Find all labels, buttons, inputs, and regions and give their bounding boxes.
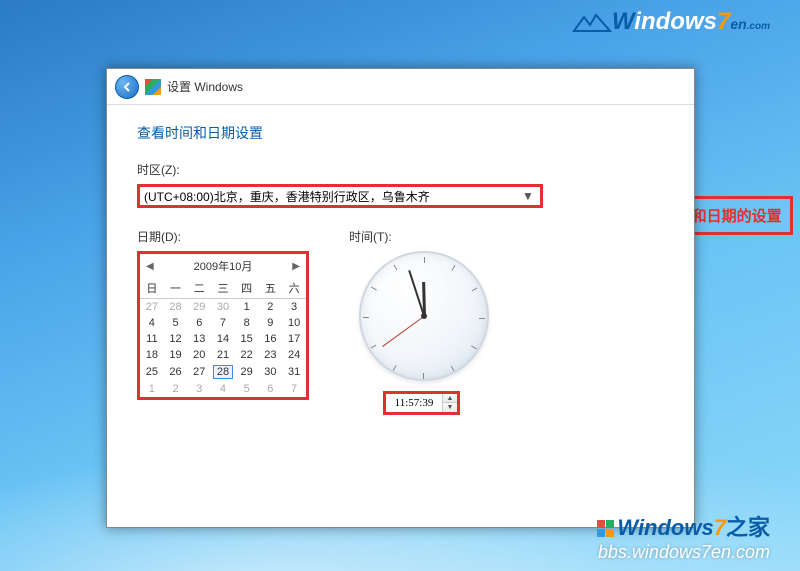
calendar-day[interactable]: 27 bbox=[187, 363, 211, 381]
calendar-next-button[interactable]: ▶ bbox=[292, 261, 300, 272]
watermark-top: Windows7en.com bbox=[572, 8, 770, 36]
calendar-day[interactable]: 14 bbox=[211, 331, 235, 347]
weekday-header: 一 bbox=[164, 278, 188, 299]
time-label: 时间(T): bbox=[349, 228, 489, 245]
windows-flag-icon bbox=[597, 520, 615, 538]
calendar-day[interactable]: 25 bbox=[140, 363, 164, 381]
calendar-day[interactable]: 1 bbox=[235, 299, 259, 316]
back-button[interactable] bbox=[115, 75, 139, 99]
calendar-grid: 日一二三四五六 27282930123456789101112131415161… bbox=[140, 278, 306, 397]
calendar-day[interactable]: 20 bbox=[187, 347, 211, 363]
time-input[interactable]: ▲ ▼ bbox=[383, 391, 460, 415]
calendar-day[interactable]: 2 bbox=[259, 299, 283, 316]
calendar-day[interactable]: 18 bbox=[140, 347, 164, 363]
calendar-day[interactable]: 10 bbox=[282, 315, 306, 331]
date-label: 日期(D): bbox=[137, 228, 309, 245]
calendar-day[interactable]: 17 bbox=[282, 331, 306, 347]
calendar-day[interactable]: 2 bbox=[164, 381, 188, 397]
calendar-day[interactable]: 16 bbox=[259, 331, 283, 347]
calendar-day[interactable]: 28 bbox=[164, 299, 188, 316]
calendar-day[interactable]: 19 bbox=[164, 347, 188, 363]
weekday-header: 六 bbox=[282, 278, 306, 299]
calendar-day[interactable]: 5 bbox=[235, 381, 259, 397]
timezone-label: 时区(Z): bbox=[137, 161, 664, 178]
calendar-day[interactable]: 7 bbox=[211, 315, 235, 331]
calendar-day[interactable]: 11 bbox=[140, 331, 164, 347]
calendar-day[interactable]: 7 bbox=[282, 381, 306, 397]
calendar-day[interactable]: 4 bbox=[211, 381, 235, 397]
calendar-day[interactable]: 27 bbox=[140, 299, 164, 316]
calendar-day[interactable]: 28 bbox=[211, 363, 235, 381]
calendar-day[interactable]: 23 bbox=[259, 347, 283, 363]
arrow-back-icon bbox=[121, 81, 133, 93]
calendar-day[interactable]: 3 bbox=[282, 299, 306, 316]
time-spin-down[interactable]: ▼ bbox=[443, 403, 457, 412]
calendar-day[interactable]: 31 bbox=[282, 363, 306, 381]
calendar-day[interactable]: 13 bbox=[187, 331, 211, 347]
calendar-day[interactable]: 8 bbox=[235, 315, 259, 331]
calendar-day[interactable]: 3 bbox=[187, 381, 211, 397]
calendar-day[interactable]: 6 bbox=[187, 315, 211, 331]
calendar-day[interactable]: 24 bbox=[282, 347, 306, 363]
calendar-month-title: 2009年10月 bbox=[194, 258, 253, 274]
setup-window: 设置 Windows 查看时间和日期设置 时区(Z): (UTC+08:00)北… bbox=[106, 68, 695, 528]
watermark-url: bbs.windows7en.com bbox=[597, 542, 770, 563]
calendar-day[interactable]: 15 bbox=[235, 331, 259, 347]
weekday-header: 日 bbox=[140, 278, 164, 299]
weekday-header: 五 bbox=[259, 278, 283, 299]
timezone-value: (UTC+08:00)北京，重庆，香港特别行政区，乌鲁木齐 bbox=[144, 188, 430, 205]
calendar-prev-button[interactable]: ◀ bbox=[146, 261, 154, 272]
analog-clock bbox=[359, 251, 489, 381]
calendar-day[interactable]: 1 bbox=[140, 381, 164, 397]
window-title: 设置 Windows bbox=[167, 78, 243, 95]
calendar-day[interactable]: 6 bbox=[259, 381, 283, 397]
page-heading: 查看时间和日期设置 bbox=[137, 123, 664, 143]
calendar-day[interactable]: 29 bbox=[187, 299, 211, 316]
calendar-day[interactable]: 30 bbox=[259, 363, 283, 381]
weekday-header: 二 bbox=[187, 278, 211, 299]
calendar-day[interactable]: 12 bbox=[164, 331, 188, 347]
calendar-day[interactable]: 5 bbox=[164, 315, 188, 331]
watermark-bottom: Windows7之家 bbs.windows7en.com bbox=[597, 510, 770, 563]
windows-flag-icon bbox=[145, 79, 161, 95]
calendar-day[interactable]: 21 bbox=[211, 347, 235, 363]
calendar-day[interactable]: 4 bbox=[140, 315, 164, 331]
titlebar: 设置 Windows bbox=[107, 69, 694, 105]
time-spin-up[interactable]: ▲ bbox=[443, 394, 457, 403]
timezone-select[interactable]: (UTC+08:00)北京，重庆，香港特别行政区，乌鲁木齐 ▼ bbox=[137, 184, 543, 208]
time-field[interactable] bbox=[386, 397, 442, 409]
calendar-day[interactable]: 22 bbox=[235, 347, 259, 363]
weekday-header: 四 bbox=[235, 278, 259, 299]
calendar-day[interactable]: 30 bbox=[211, 299, 235, 316]
calendar-day[interactable]: 26 bbox=[164, 363, 188, 381]
weekday-header: 三 bbox=[211, 278, 235, 299]
calendar-day[interactable]: 29 bbox=[235, 363, 259, 381]
mountain-icon bbox=[572, 13, 612, 33]
calendar[interactable]: ◀ 2009年10月 ▶ 日一二三四五六 2728293012345678910… bbox=[137, 251, 309, 400]
calendar-day[interactable]: 9 bbox=[259, 315, 283, 331]
chevron-down-icon: ▼ bbox=[520, 189, 536, 203]
